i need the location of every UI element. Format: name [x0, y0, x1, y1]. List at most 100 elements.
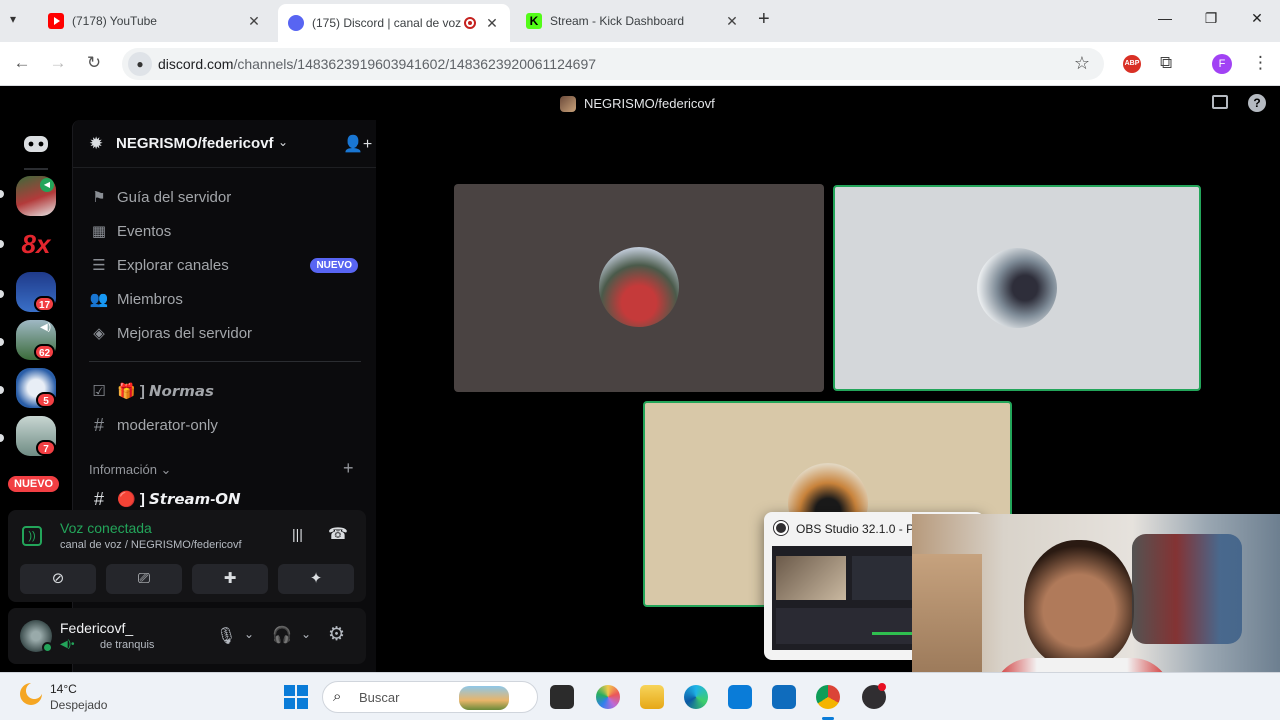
- nav-label: Explorar canales: [117, 256, 229, 274]
- close-icon[interactable]: ✕: [246, 13, 262, 30]
- nav-server-guide[interactable]: ⚑ Guía del servidor: [89, 183, 231, 211]
- nav-members[interactable]: 👥 Miembros: [89, 285, 183, 313]
- adblock-icon[interactable]: ABP: [1123, 55, 1141, 73]
- participant-tile-speaking[interactable]: [833, 185, 1201, 391]
- custom-status: de tranquis: [100, 639, 155, 651]
- speaker-icon: ◀): [40, 322, 52, 333]
- server-header[interactable]: ✹ NEGRISMO/federicovf ⌄ 👤+: [73, 120, 377, 168]
- rail-divider: [24, 168, 48, 170]
- participant-avatar: [977, 248, 1057, 328]
- tab-kick[interactable]: K Stream - Kick Dashboard ✕: [516, 6, 750, 36]
- chevron-down-icon[interactable]: ⌄: [244, 627, 254, 641]
- hash-icon: #: [93, 414, 104, 435]
- unread-pip: [0, 240, 4, 248]
- category-label: Información: [89, 462, 157, 477]
- category-informacion[interactable]: Información ⌄: [89, 462, 171, 478]
- camera-off-button[interactable]: ⊘: [20, 564, 96, 594]
- noise-suppression-icon[interactable]: |||: [292, 526, 303, 542]
- server-name: NEGRISMO/federicovf: [116, 135, 274, 152]
- server-8x[interactable]: 8x: [16, 224, 56, 264]
- file-explorer-icon[interactable]: [640, 685, 664, 709]
- discord-icon: [288, 15, 304, 31]
- weather-icon[interactable]: [20, 683, 42, 705]
- nav-browse-channels[interactable]: ☰ Explorar canales: [89, 251, 229, 279]
- soundboard-button[interactable]: ✦: [278, 564, 354, 594]
- mention-badge: 5: [36, 392, 56, 408]
- tab-title: Stream - Kick Dashboard: [550, 14, 685, 28]
- rail-new-badge[interactable]: NUEVO: [8, 476, 60, 492]
- microphone-icon[interactable]: 🎙: [216, 626, 236, 646]
- sidebar-divider: [89, 361, 361, 362]
- reload-icon[interactable]: ↻: [82, 53, 106, 73]
- person-head: [1024, 540, 1134, 668]
- discord-title-bar: NEGRISMO/federicovf ?: [0, 86, 1280, 120]
- mention-badge: 7: [36, 440, 56, 456]
- nav-label: Guía del servidor: [117, 188, 232, 206]
- weather-temp[interactable]: 14°C: [50, 682, 77, 696]
- invite-icon[interactable]: 👤+: [343, 134, 372, 154]
- tab-search-chevron-icon[interactable]: ▾: [10, 12, 16, 26]
- nav-events[interactable]: ▦ Eventos: [89, 217, 171, 245]
- close-icon[interactable]: ✕: [484, 15, 500, 32]
- chevron-down-icon: ⌄: [278, 135, 289, 149]
- recording-dot-icon: [878, 683, 886, 691]
- back-icon[interactable]: ←: [10, 53, 34, 73]
- discord-home-icon[interactable]: [16, 124, 56, 164]
- menu-icon[interactable]: ⋮: [1252, 53, 1269, 73]
- screen-share-button[interactable]: ⎚: [106, 564, 182, 594]
- tab-title: (7178) YouTube: [72, 14, 157, 28]
- chevron-down-icon[interactable]: ⌄: [301, 627, 311, 641]
- extensions-icon[interactable]: ⧉: [1160, 53, 1172, 73]
- start-windows-icon[interactable]: [284, 685, 308, 709]
- signpost-icon: ⚑: [92, 189, 106, 206]
- add-channel-icon[interactable]: +: [343, 458, 354, 479]
- nav-server-boosts[interactable]: ◈ Mejoras del servidor: [89, 319, 252, 347]
- taskbar-search[interactable]: ⌕ Buscar: [322, 681, 538, 713]
- store-icon[interactable]: [728, 685, 752, 709]
- bookmark-star-icon[interactable]: ☆: [1074, 53, 1090, 74]
- close-window-button[interactable]: ✕: [1242, 10, 1272, 27]
- copilot-icon[interactable]: [596, 685, 620, 709]
- task-view-icon[interactable]: [550, 685, 574, 709]
- help-icon[interactable]: ?: [1248, 94, 1266, 112]
- username[interactable]: Federicovf_: [60, 620, 133, 636]
- disconnect-icon[interactable]: ☎: [328, 524, 348, 544]
- inbox-icon[interactable]: [1212, 95, 1228, 109]
- tab-title: (175) Discord | canal de voz: [312, 16, 462, 30]
- voice-channel-link[interactable]: canal de voz / NEGRISMO/federicovf: [60, 539, 242, 551]
- tab-discord[interactable]: (175) Discord | canal de voz ✕: [278, 4, 510, 42]
- unread-pip: [0, 338, 4, 346]
- participant-avatar: [599, 247, 679, 327]
- participant-tile[interactable]: [454, 184, 824, 392]
- chevron-down-icon: ⌄: [156, 462, 172, 477]
- outlook-icon[interactable]: [772, 685, 796, 709]
- search-highlight-image: [459, 686, 509, 710]
- url-text: discord.com/channels/1483623919603941602…: [158, 56, 596, 72]
- minimize-button[interactable]: —: [1150, 10, 1180, 26]
- new-tab-button[interactable]: +: [758, 8, 770, 31]
- voice-mini-icon: ◀)•: [60, 639, 75, 650]
- hash-icon: #: [93, 488, 104, 509]
- window-title: NEGRISMO/federicovf: [584, 96, 715, 111]
- chrome-icon[interactable]: [816, 685, 840, 709]
- channel-moderator-only[interactable]: # moderator-only: [89, 411, 218, 439]
- profile-avatar[interactable]: F: [1212, 54, 1232, 74]
- boost-icon: ◈: [93, 325, 105, 342]
- activities-button[interactable]: ✚: [192, 564, 268, 594]
- rules-icon: ☑: [92, 383, 106, 400]
- channel-stream-on[interactable]: # 🔴 ] 𝙎𝙩𝙧𝙚𝙖𝙢-𝙊𝙉: [89, 485, 241, 513]
- weather-desc[interactable]: Despejado: [50, 698, 107, 712]
- restore-button[interactable]: ❐: [1196, 10, 1226, 27]
- recording-icon: [464, 17, 476, 29]
- site-info-icon[interactable]: ●: [128, 52, 152, 76]
- close-icon[interactable]: ✕: [724, 13, 740, 30]
- channel-normas[interactable]: ☑ 🎁 ] 𝙉𝙤𝙧𝙢𝙖𝙨: [89, 377, 214, 405]
- address-bar[interactable]: ● discord.com/channels/14836239196039416…: [122, 48, 1104, 80]
- kick-icon: K: [526, 13, 542, 29]
- edge-icon[interactable]: [684, 685, 708, 709]
- gear-icon[interactable]: ⚙: [328, 623, 345, 646]
- headphones-icon[interactable]: 🎧: [272, 625, 292, 645]
- forward-icon[interactable]: →: [46, 53, 70, 73]
- hanging-bags: [1132, 534, 1242, 644]
- tab-youtube[interactable]: (7178) YouTube ✕: [38, 6, 272, 36]
